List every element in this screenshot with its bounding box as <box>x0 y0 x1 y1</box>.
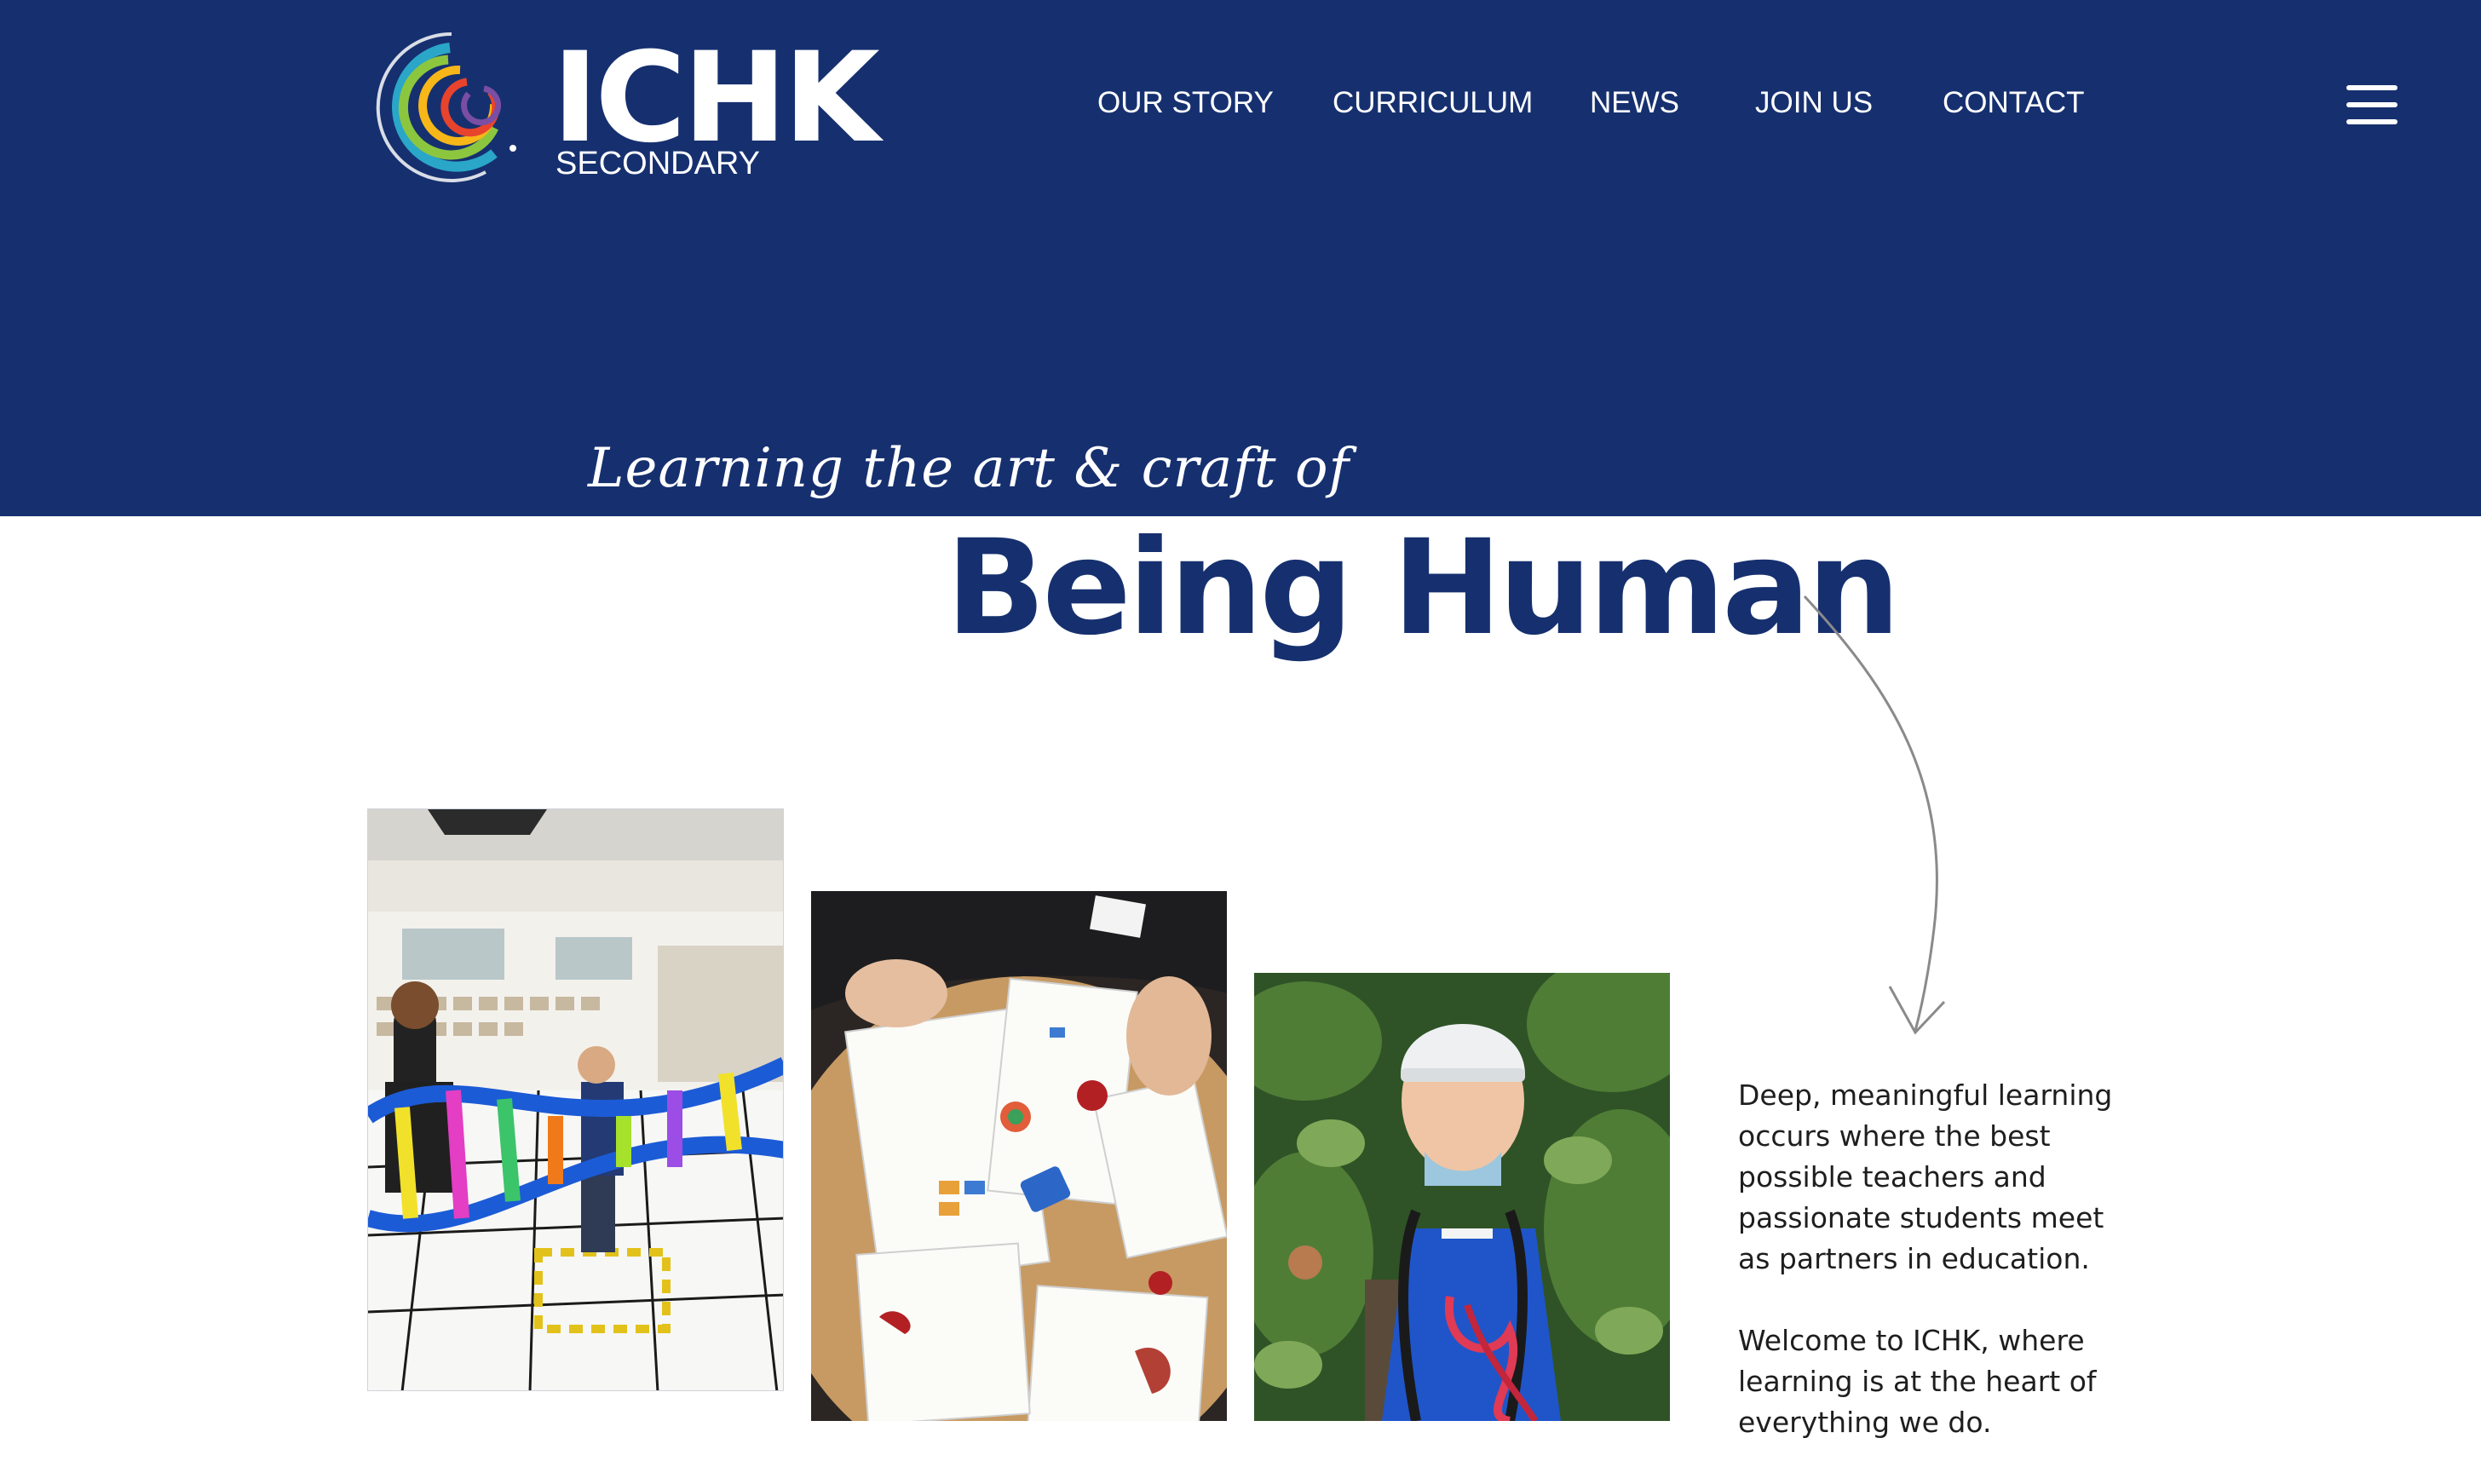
intro-paragraph-2: Welcome to ICHK, where learning is at th… <box>1738 1324 2097 1439</box>
curved-arrow-icon <box>1803 595 1946 1035</box>
logo-wordmark: ICHK <box>552 26 880 170</box>
hero-headline: Being Human <box>946 512 1901 664</box>
intro-text: Deep, meaningful learning occurs where t… <box>1738 1075 2138 1484</box>
site-header: ICHK SECONDARY OUR STORY CURRICULUM NEWS… <box>0 0 2481 516</box>
student-climbing-helmet-photo <box>1254 973 1670 1421</box>
students-dna-model-photo <box>367 808 784 1391</box>
nav-curriculum[interactable]: CURRICULUM <box>1333 82 1533 124</box>
ichk-logo-icon <box>376 32 516 182</box>
nav-our-story[interactable]: OUR STORY <box>1097 82 1274 124</box>
ichk-secondary-logo[interactable]: ICHK SECONDARY <box>366 26 880 196</box>
logo-subtitle: SECONDARY <box>555 146 761 181</box>
nav-contact[interactable]: CONTACT <box>1943 82 2085 124</box>
hero-tagline: Learning the art & craft of <box>588 437 1350 500</box>
nav-news[interactable]: NEWS <box>1590 82 1679 124</box>
students-worksheet-table-photo <box>811 891 1227 1421</box>
hamburger-menu-icon[interactable] <box>2346 83 2398 126</box>
intro-paragraph-1: Deep, meaningful learning occurs where t… <box>1738 1078 2113 1275</box>
nav-join-us[interactable]: JOIN US <box>1755 82 1873 124</box>
